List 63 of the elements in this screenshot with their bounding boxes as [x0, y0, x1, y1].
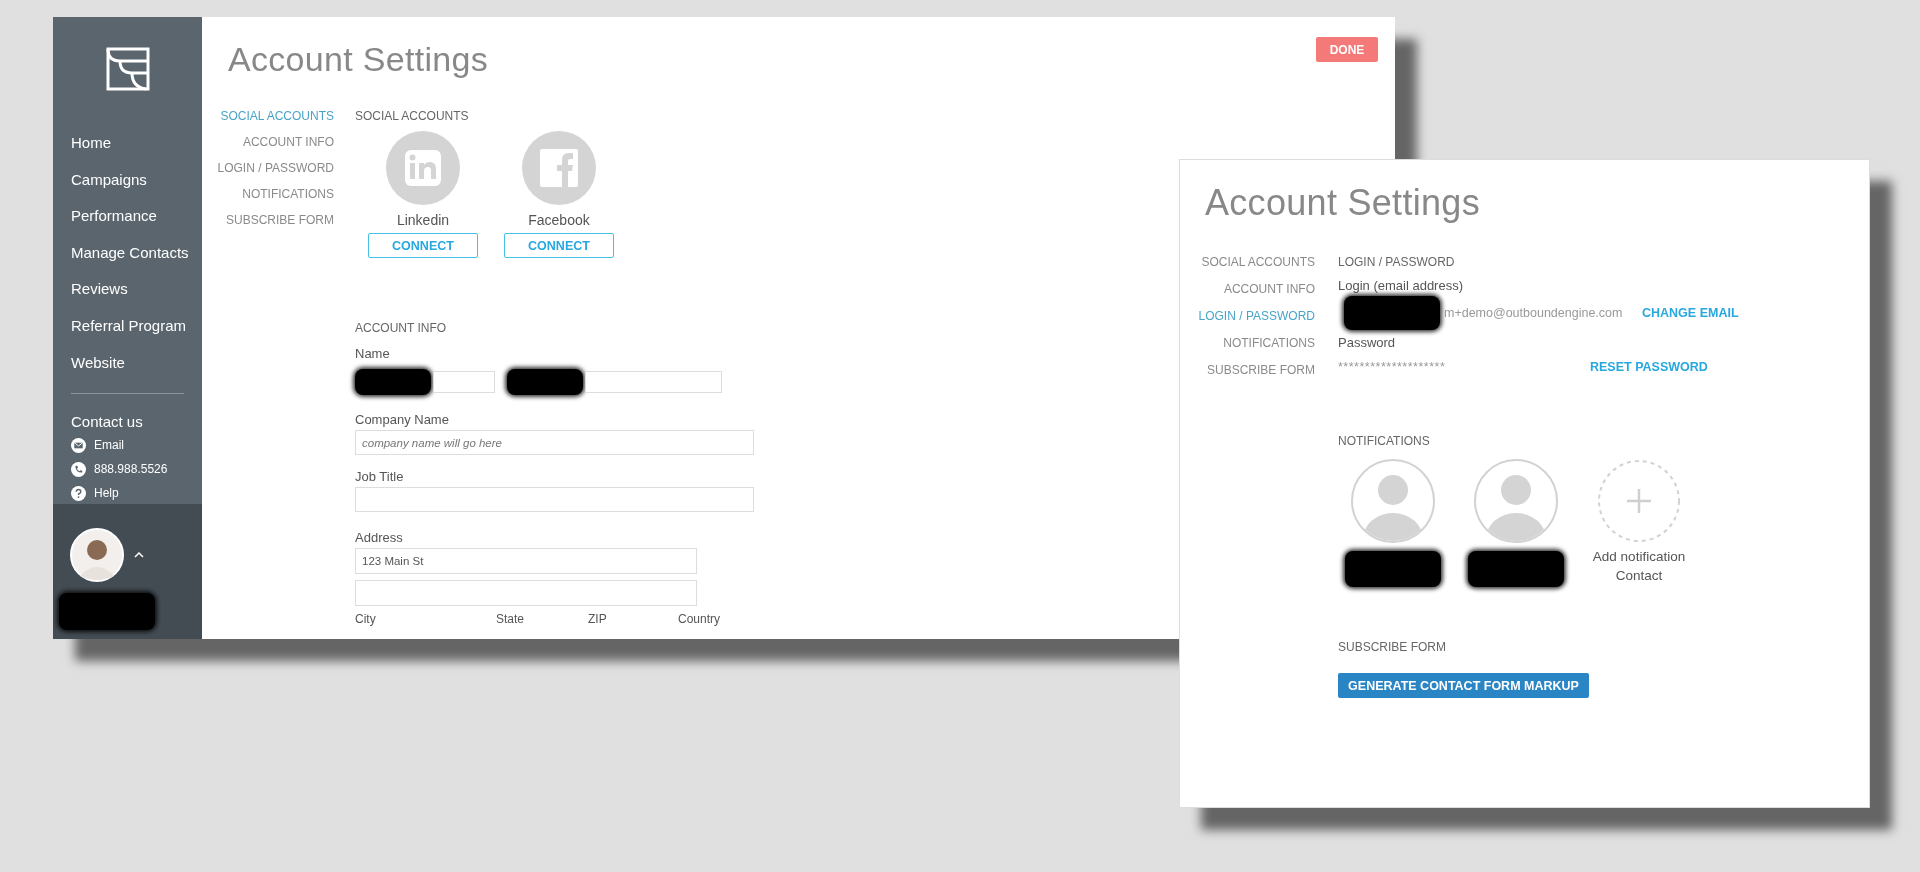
- field-label: Job Title: [355, 468, 404, 486]
- account-name: Facebook: [528, 211, 590, 230]
- add-contact-icon[interactable]: [1597, 459, 1681, 543]
- contact-link[interactable]: Help: [94, 486, 119, 501]
- linkedin-icon: [386, 131, 460, 205]
- section-heading: SUBSCRIBE FORM: [1338, 639, 1446, 656]
- field-label: Company Name: [355, 411, 449, 429]
- contact-link[interactable]: Email: [94, 438, 124, 453]
- reset-password-link[interactable]: RESET PASSWORD: [1590, 360, 1708, 374]
- settings-nav-item[interactable]: LOGIN / PASSWORD: [1198, 303, 1315, 330]
- sidebar-item[interactable]: Performance: [71, 198, 157, 235]
- sidebar-item[interactable]: Referral Program: [71, 307, 187, 345]
- company-name-field[interactable]: company name will go here: [355, 430, 754, 455]
- settings-nav-item[interactable]: SOCIAL ACCOUNTS: [220, 103, 334, 129]
- field-label: Password: [1338, 334, 1396, 352]
- sidebar-item[interactable]: Campaigns: [71, 161, 147, 199]
- sidebar-item[interactable]: Home: [71, 125, 111, 162]
- sidebar-item[interactable]: Website: [71, 344, 125, 382]
- help-icon: [71, 485, 86, 501]
- envelope-icon: [71, 437, 86, 453]
- field-label: Login (email address): [1338, 277, 1463, 295]
- settings-nav-item[interactable]: SUBSCRIBE FORM: [1207, 357, 1315, 384]
- name-field[interactable]: [585, 371, 722, 393]
- field-label: State: [496, 611, 525, 628]
- field-label: Address: [355, 529, 403, 547]
- section-heading: NOTIFICATIONS: [1338, 433, 1430, 450]
- change-email-link[interactable]: CHANGE EMAIL: [1642, 306, 1739, 320]
- section-heading: SOCIAL ACCOUNTS: [355, 108, 469, 125]
- add-contact-label[interactable]: Add notification Contact: [1584, 547, 1694, 585]
- contact-link[interactable]: 888.988.5526: [94, 462, 168, 477]
- connect-button[interactable]: CONNECT: [368, 233, 478, 258]
- field-label: City: [355, 611, 376, 628]
- address-field[interactable]: 123 Main St: [355, 548, 697, 574]
- field-label: Name: [355, 345, 390, 363]
- facebook-icon: [522, 131, 596, 205]
- password-mask: ********************: [1338, 360, 1447, 374]
- field-label: Country: [678, 611, 721, 628]
- account-name: Linkedin: [396, 211, 450, 230]
- settings-nav-item[interactable]: NOTIFICATIONS: [1223, 330, 1315, 357]
- settings-nav-item[interactable]: ACCOUNT INFO: [1223, 276, 1315, 303]
- settings-nav-item[interactable]: ACCOUNT INFO: [242, 129, 334, 155]
- sidebar-item[interactable]: Reviews: [71, 271, 128, 308]
- settings-nav-item[interactable]: SUBSCRIBE FORM: [226, 207, 334, 233]
- address-field[interactable]: [355, 580, 697, 606]
- name-field[interactable]: [433, 371, 495, 393]
- logo-icon: [105, 47, 150, 91]
- section-heading: LOGIN / PASSWORD: [1338, 254, 1455, 271]
- connect-button[interactable]: CONNECT: [504, 233, 614, 258]
- page-title: Account Settings: [1205, 182, 1481, 224]
- section-heading: ACCOUNT INFO: [355, 320, 447, 337]
- job-title-field[interactable]: [355, 487, 754, 512]
- generate-markup-button[interactable]: GENERATE CONTACT FORM MARKUP: [1338, 673, 1589, 698]
- phone-icon: [71, 461, 86, 477]
- done-button[interactable]: DONE: [1316, 37, 1378, 62]
- settings-nav-item[interactable]: LOGIN / PASSWORD: [217, 155, 334, 181]
- page-title: Account Settings: [228, 39, 488, 79]
- caret-icon[interactable]: [134, 552, 144, 559]
- contact-heading: Contact us: [71, 412, 143, 433]
- email-address: m+demo@outboundengine.com: [1444, 306, 1623, 320]
- sidebar-item[interactable]: Manage Contacts: [71, 234, 189, 272]
- settings-nav-item[interactable]: NOTIFICATIONS: [242, 181, 334, 207]
- field-label: ZIP: [588, 611, 607, 628]
- settings-nav-item[interactable]: SOCIAL ACCOUNTS: [1201, 249, 1315, 276]
